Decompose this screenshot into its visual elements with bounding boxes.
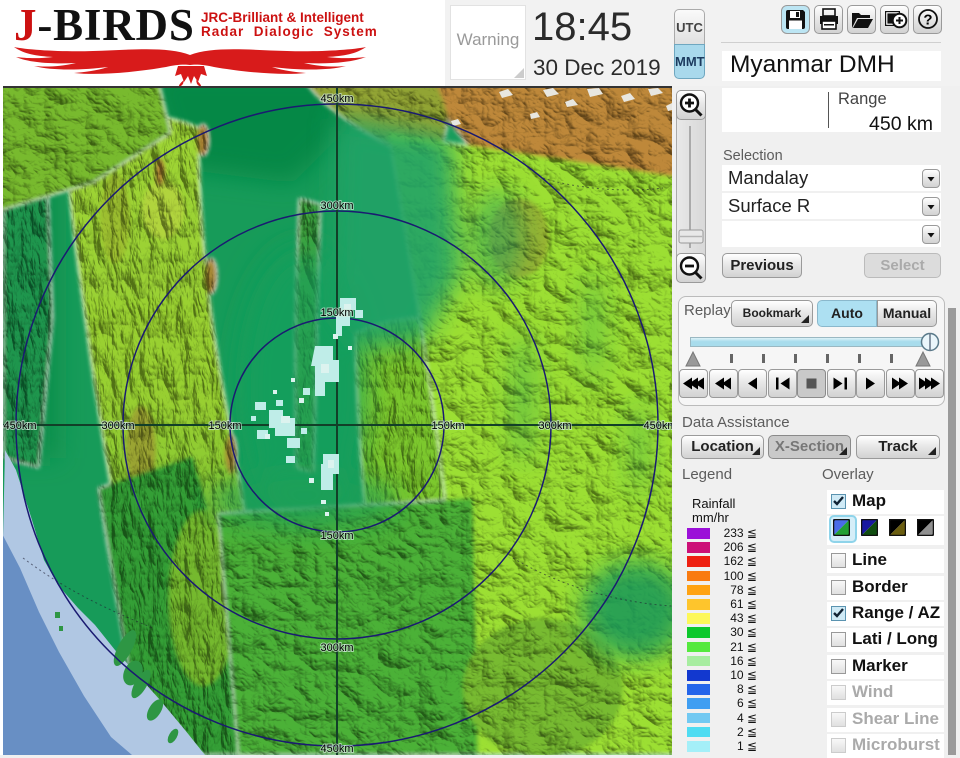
svg-text:450km: 450km (3, 420, 36, 432)
svg-text:300km: 300km (320, 642, 353, 654)
svg-text:450km: 450km (320, 93, 353, 105)
svg-text:150km: 150km (320, 307, 353, 319)
svg-text:300km: 300km (101, 420, 134, 432)
svg-text:?: ? (923, 12, 932, 29)
svg-text:150km: 150km (431, 420, 464, 432)
svg-text:150km: 150km (208, 420, 241, 432)
svg-text:450km: 450km (643, 420, 672, 432)
svg-text:450km: 450km (320, 743, 353, 755)
svg-text:300km: 300km (538, 420, 571, 432)
svg-text:300km: 300km (320, 200, 353, 212)
svg-text:150km: 150km (320, 530, 353, 542)
